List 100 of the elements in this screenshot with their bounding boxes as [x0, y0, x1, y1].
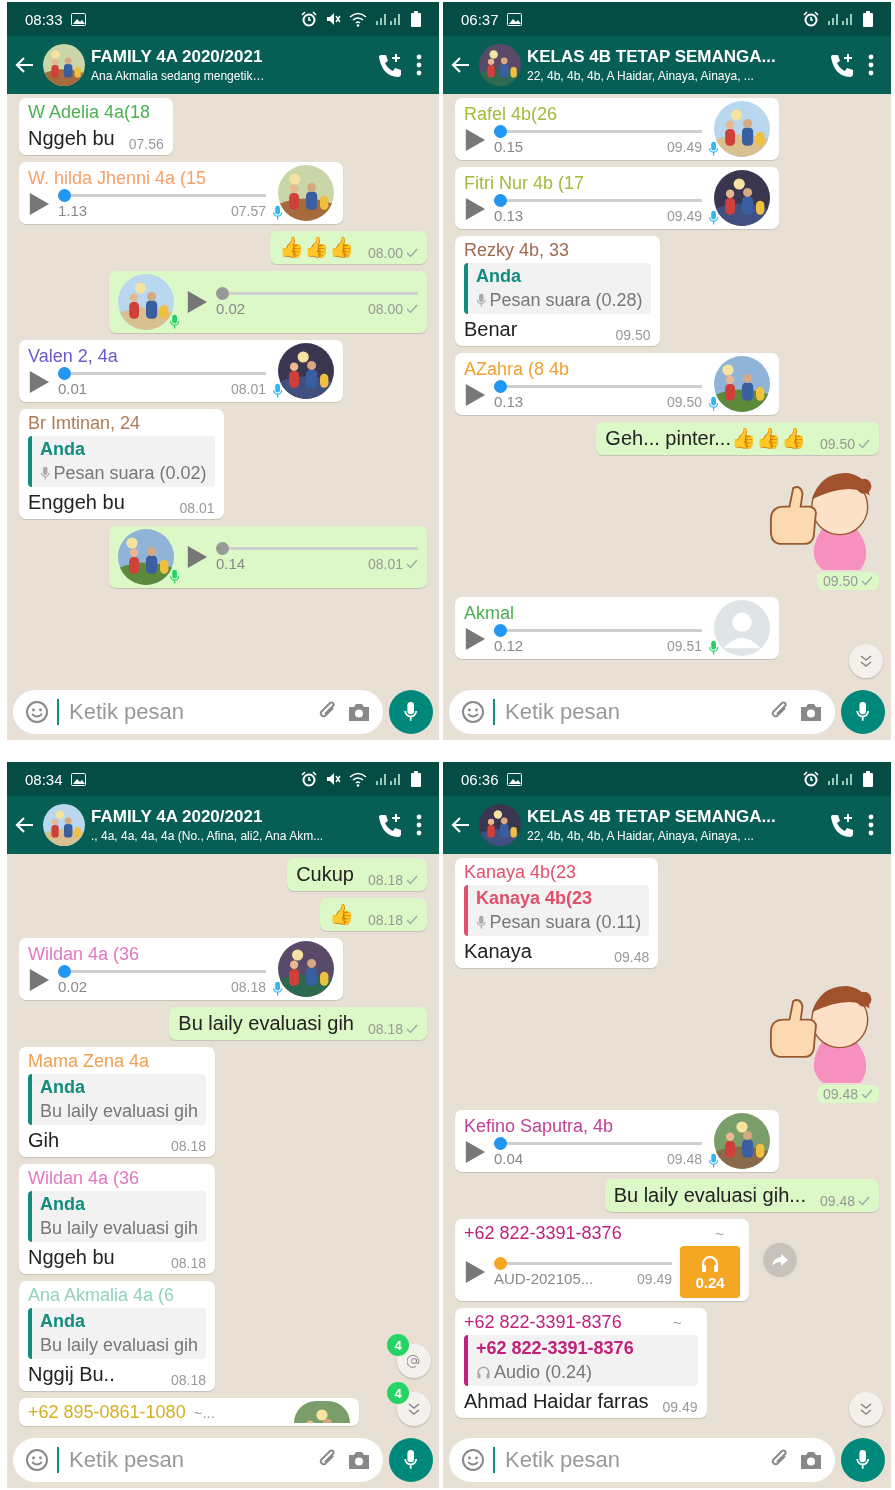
- sender-name: +62 822-3391-8376: [464, 1311, 622, 1333]
- add-call-button[interactable]: [377, 812, 403, 838]
- group-title: KELAS 4B TETAP SEMANGA...: [527, 807, 777, 827]
- battery-icon: [411, 771, 421, 787]
- message-time: 09.51: [666, 637, 702, 654]
- sender-name: Rafel 4b(26: [464, 103, 559, 125]
- message-time: 08.00: [367, 245, 403, 261]
- message-text: Geh... pinter...👍👍👍: [605, 426, 806, 451]
- message-text: Bu laily evaluasi gih...: [613, 1183, 806, 1208]
- file-name: AUD-202105...: [494, 1270, 594, 1287]
- play-icon: [28, 370, 50, 394]
- play-icon: [464, 1260, 486, 1284]
- play-icon: [464, 627, 486, 651]
- check-icon: [406, 248, 418, 258]
- at-sign-icon: [407, 1354, 421, 1368]
- message-time: 09.48: [666, 1150, 702, 1167]
- check-icon: [861, 576, 873, 586]
- message-field[interactable]: Ketik pesan: [449, 1438, 835, 1482]
- sender-name: Wildan 4a (36: [28, 1167, 141, 1189]
- quoted-text: Pesan suara (0.28): [489, 289, 643, 312]
- message-time: 09.50: [822, 573, 858, 589]
- status-time: 08:33: [25, 10, 63, 28]
- microphone-icon: [403, 701, 419, 723]
- voice-record-button[interactable]: [389, 1438, 433, 1482]
- message-field[interactable]: Ketik pesan: [449, 690, 835, 734]
- message-field[interactable]: Ketik pesan: [13, 690, 383, 734]
- group-subtitle: Ana Akmalia sedang mengetik…: [91, 69, 266, 83]
- signal-icon: [375, 12, 403, 26]
- status-time: 08:34: [25, 770, 63, 788]
- unread-count: 4: [387, 1334, 409, 1356]
- sender-name: Mama Zena 4a: [28, 1050, 151, 1072]
- check-icon: [406, 558, 418, 569]
- message-time: 08.18: [367, 912, 403, 928]
- voice-record-button[interactable]: [841, 690, 885, 734]
- message-input[interactable]: Ketik pesan: [67, 698, 307, 726]
- quoted-name: Anda: [476, 265, 522, 288]
- sender-name: +62 822-3391-8376: [464, 1222, 622, 1244]
- battery-icon: [411, 11, 421, 27]
- camera-button[interactable]: [347, 701, 371, 723]
- quoted-name: +62 822-3391-8376: [476, 1337, 635, 1360]
- mic-icon: [168, 569, 180, 585]
- message-time: 09.48: [822, 1086, 858, 1102]
- message-input[interactable]: Ketik pesan: [67, 1446, 307, 1474]
- voice-duration: 0.13: [494, 207, 524, 224]
- quoted-text: Pesan suara (0.02): [53, 462, 207, 485]
- sender-name: Akmal: [464, 602, 515, 624]
- message-text: 👍: [328, 902, 354, 927]
- voice-duration: 0.02: [58, 978, 88, 995]
- signal-icon: [375, 772, 403, 786]
- audio-duration: 0.24: [695, 1273, 725, 1291]
- camera-button[interactable]: [799, 701, 823, 723]
- message-text: Nggeh bu: [28, 126, 115, 151]
- scroll-down-button[interactable]: [849, 644, 883, 678]
- message-time: 09.49: [666, 138, 702, 155]
- voice-duration: 0.15: [494, 138, 524, 155]
- add-call-button[interactable]: [829, 812, 855, 838]
- message-time: 09.50: [615, 327, 651, 343]
- group-title: FAMILY 4A 2020/2021: [91, 47, 264, 67]
- alarm-icon: [301, 771, 317, 787]
- message-input[interactable]: Ketik pesan: [503, 1446, 759, 1474]
- add-call-button[interactable]: [377, 52, 403, 78]
- message-time: 08.18: [367, 872, 403, 888]
- sender-name: Fitri Nur 4b (17: [464, 172, 586, 194]
- check-icon: [406, 1024, 418, 1034]
- voice-duration: 0.14: [216, 555, 246, 572]
- sender-name: Valen 2, 4a: [28, 345, 119, 367]
- sender-name: Kanaya 4b(23: [464, 861, 578, 883]
- quoted-text: Bu laily evaluasi gih: [40, 1100, 199, 1123]
- voice-record-button[interactable]: [389, 690, 433, 734]
- message-text: Gih: [28, 1128, 60, 1153]
- play-icon: [464, 1140, 486, 1164]
- message-field[interactable]: Ketik pesan: [13, 1438, 383, 1482]
- message-time: 09.49: [662, 1399, 698, 1415]
- camera-button[interactable]: [347, 1449, 371, 1471]
- battery-icon: [863, 11, 873, 27]
- microphone-icon: [855, 701, 871, 723]
- chevrons-down-icon: [407, 1402, 421, 1416]
- message-time: 09.50: [819, 436, 855, 452]
- group-subtitle: 22, 4b, 4b, 4b, A Haidar, Ainaya, Ainaya, ...: [527, 69, 755, 83]
- message-time: 09.49: [636, 1270, 672, 1287]
- play-icon: [28, 192, 50, 216]
- voice-record-button[interactable]: [841, 1438, 885, 1482]
- microphone-icon: [403, 1449, 419, 1471]
- message-text: Cukup: [296, 862, 354, 887]
- message-time: 07.57: [230, 202, 266, 219]
- message-input[interactable]: Ketik pesan: [503, 698, 759, 726]
- check-icon: [406, 875, 418, 885]
- unread-count: 4: [387, 1382, 409, 1404]
- quoted-text: Bu laily evaluasi gih: [40, 1217, 199, 1240]
- sender-name: AZahra (8 4b: [464, 358, 571, 380]
- alarm-icon: [803, 771, 819, 787]
- scroll-down-button[interactable]: [849, 1392, 883, 1426]
- add-call-button[interactable]: [829, 52, 855, 78]
- voice-duration: 1.13: [58, 202, 88, 219]
- quoted-name: Anda: [40, 1193, 86, 1216]
- play-icon: [186, 290, 208, 314]
- group-subtitle: ., 4a, 4a, 4a, 4a (No., Afina, ali2, Ana Akm...: [91, 829, 325, 843]
- message-time: 08.18: [367, 1021, 403, 1037]
- voice-duration: 0.04: [494, 1150, 524, 1167]
- camera-button[interactable]: [799, 1449, 823, 1471]
